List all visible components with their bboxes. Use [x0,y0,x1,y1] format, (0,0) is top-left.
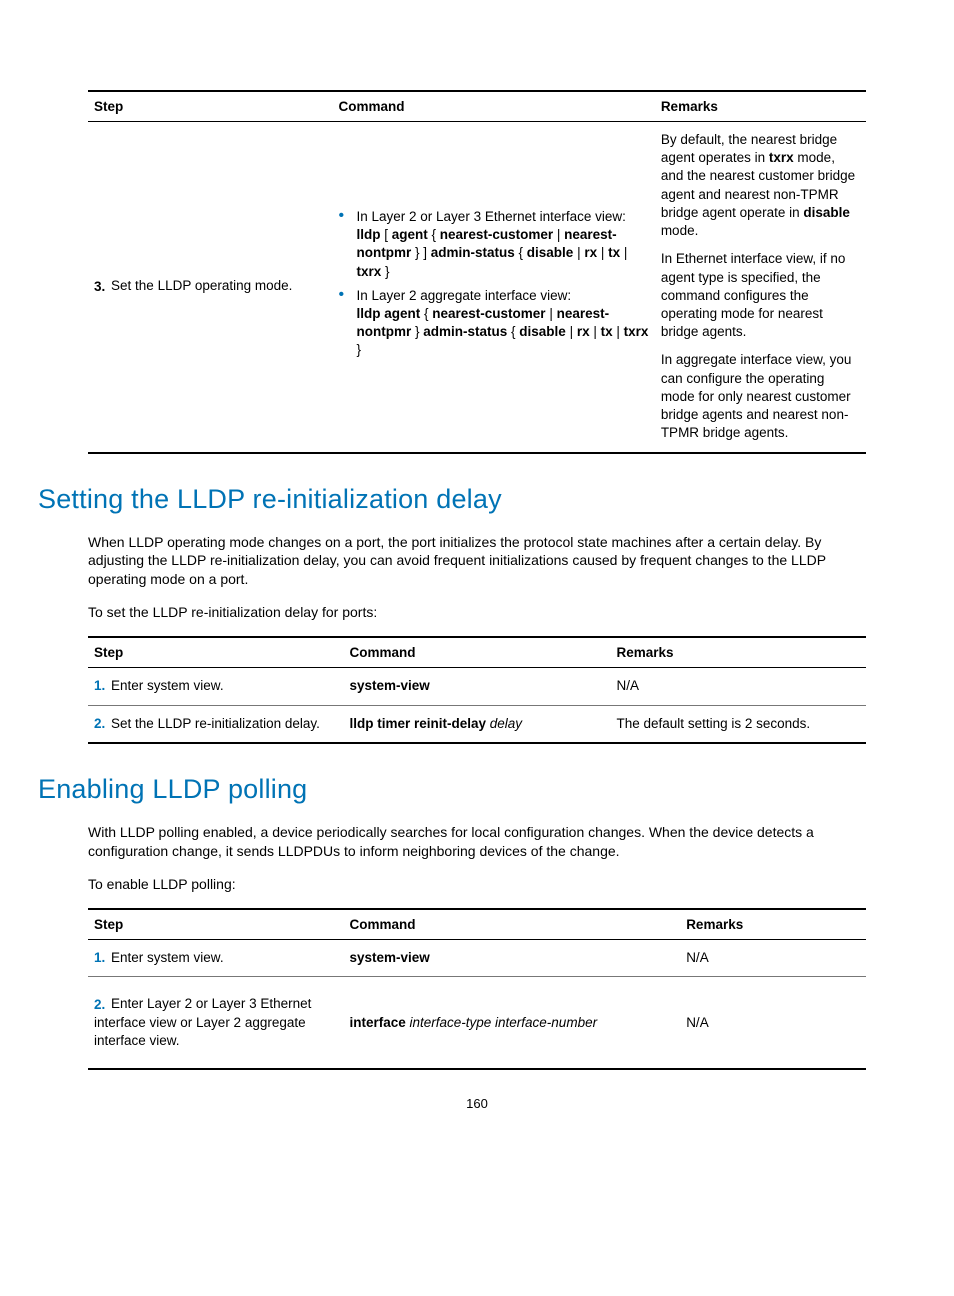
section-heading-lldp-polling: Enabling LLDP polling [38,774,866,805]
command-text: } [411,324,423,339]
command-keyword: rx [577,324,590,339]
table-row: 2. Enter Layer 2 or Layer 3 Ethernet int… [88,977,866,1069]
command-text: | [613,324,624,339]
step-number: 2. [94,997,107,1012]
remarks-paragraph: By default, the nearest bridge agent ope… [661,131,860,240]
remarks-paragraph: In aggregate interface view, you can con… [661,351,860,442]
command-keyword: system-view [349,678,429,693]
step-number: 1. [94,678,107,693]
body-paragraph: With LLDP polling enabled, a device peri… [88,823,866,861]
command-text: { [515,245,527,260]
remarks-text: N/A [680,977,866,1069]
remarks-text: The default setting is 2 seconds. [611,705,866,743]
body-paragraph: To enable LLDP polling: [88,875,866,894]
step-number: 3. [94,279,107,294]
step-text: Enter Layer 2 or Layer 3 Ethernet interf… [94,996,311,1048]
remarks-keyword: txrx [769,150,794,165]
section-heading-reinit-delay: Setting the LLDP re-initialization delay [38,484,866,515]
command-text: In Layer 2 or Layer 3 Ethernet interface… [357,209,626,224]
command-text: { [420,306,432,321]
table-header-remarks: Remarks [611,637,866,668]
table-header-step: Step [88,91,333,122]
command-text: } [357,342,362,357]
command-argument: interface-type interface-number [406,1015,597,1030]
command-list-item: In Layer 2 aggregate interface view: lld… [339,287,649,360]
command-list-item: In Layer 2 or Layer 3 Ethernet interface… [339,208,649,281]
command-keyword: lldp timer reinit-delay [349,716,486,731]
step-text: Set the LLDP operating mode. [111,278,292,293]
body-paragraph: To set the LLDP re-initialization delay … [88,603,866,622]
table-row: 2. Set the LLDP re-initialization delay.… [88,705,866,743]
command-text: | [566,324,577,339]
step-text: Enter system view. [111,678,224,693]
table-row: 3. Set the LLDP operating mode. In Layer… [88,122,866,453]
table-header-remarks: Remarks [680,909,866,940]
reinit-delay-table: Step Command Remarks 1. Enter system vie… [88,636,866,744]
step-text: Set the LLDP re-initialization delay. [111,716,320,731]
command-argument: delay [486,716,522,731]
remarks-text: N/A [680,939,866,977]
command-keyword: rx [584,245,597,260]
step-number: 1. [94,950,107,965]
command-text: In Layer 2 aggregate interface view: [357,288,572,303]
command-keyword: nearest-customer [440,227,553,242]
remarks-text: mode. [661,223,699,238]
remarks-paragraph: In Ethernet interface view, if no agent … [661,250,860,341]
command-keyword: tx [608,245,620,260]
command-keyword: tx [601,324,613,339]
table-row: 1. Enter system view. system-view N/A [88,939,866,977]
command-text: | [597,245,608,260]
command-keyword: disable [527,245,574,260]
command-keyword: txrx [624,324,649,339]
command-text: [ [381,227,392,242]
command-keyword: nearest-customer [432,306,545,321]
command-text: | [590,324,601,339]
remarks-text: N/A [611,668,866,706]
command-keyword: lldp agent [357,306,421,321]
lldp-operating-mode-table: Step Command Remarks 3. Set the LLDP ope… [88,90,866,454]
step-number: 2. [94,716,107,731]
table-header-command: Command [343,637,610,668]
command-text: | [573,245,584,260]
table-header-step: Step [88,637,343,668]
table-header-step: Step [88,909,343,940]
command-text: { [507,324,519,339]
remarks-keyword: disable [803,205,850,220]
command-text: { [428,227,440,242]
table-row: 1. Enter system view. system-view N/A [88,668,866,706]
command-keyword: txrx [357,264,382,279]
page-number: 160 [88,1070,866,1111]
step-text: Enter system view. [111,950,224,965]
command-keyword: disable [519,324,566,339]
command-text: | [553,227,564,242]
table-header-remarks: Remarks [655,91,866,122]
command-keyword: agent [392,227,428,242]
command-keyword: admin-status [423,324,507,339]
command-keyword: interface [349,1015,405,1030]
lldp-polling-table: Step Command Remarks 1. Enter system vie… [88,908,866,1071]
table-header-command: Command [333,91,655,122]
command-text: } [381,264,389,279]
body-paragraph: When LLDP operating mode changes on a po… [88,533,866,590]
document-page: Step Command Remarks 3. Set the LLDP ope… [0,0,954,1151]
command-text: | [620,245,627,260]
command-keyword: system-view [349,950,429,965]
command-keyword: admin-status [431,245,515,260]
command-text: | [546,306,557,321]
command-text: } ] [411,245,431,260]
table-header-command: Command [343,909,680,940]
command-keyword: lldp [357,227,381,242]
